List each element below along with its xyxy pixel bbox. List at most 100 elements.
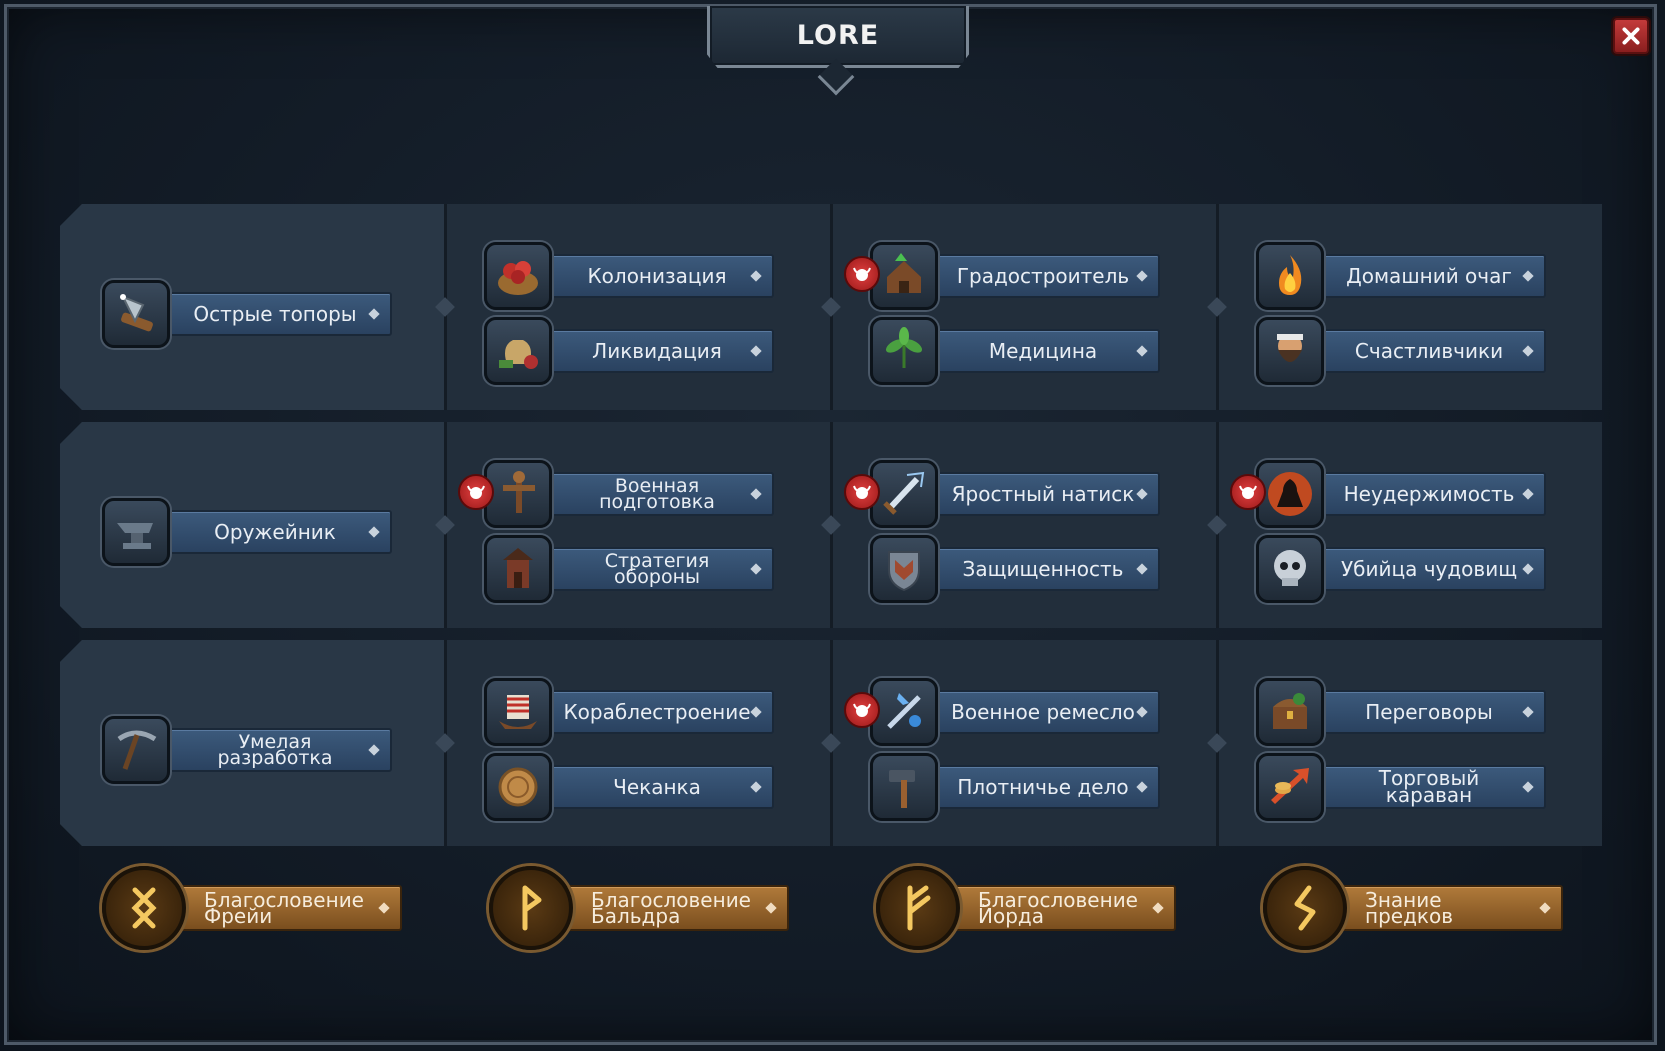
skill-label-text: Неудержимость [1343,481,1515,506]
rage-warrior-icon [1268,472,1312,516]
blessing-label: Знание предков [1333,885,1563,931]
skill-label: Убийца чудовищ [1316,547,1546,591]
root-skill[interactable]: Острые топоры [102,280,402,348]
treasure-chest-icon [1273,693,1307,729]
bull-badge [844,474,880,510]
skill-label-text: Торговый караван [1378,766,1480,807]
skill-node[interactable]: Счастливчики [1256,317,1556,385]
skill-node[interactable]: Торговый караван [1256,753,1556,821]
bull-head-icon [853,267,871,281]
skill-label: Умелая разработка [162,728,392,772]
skill-icon-frame [1256,460,1324,528]
skill-label: Яростный натиск [930,472,1160,516]
diamond-marker [1522,488,1534,500]
skill-node[interactable]: Стратегия обороны [484,535,784,603]
close-button[interactable] [1613,18,1649,54]
skill-icon-frame [1256,242,1324,310]
blessing-node[interactable]: Благословение Фрейи [102,866,412,950]
loot-sack-icon [499,340,538,369]
skill-node[interactable]: Колонизация [484,242,784,310]
root-skill[interactable]: Умелая разработка [102,716,402,784]
skill-icon-frame [1256,678,1324,746]
skill-label: Стратегия обороны [544,547,774,591]
fire-icon [1279,255,1302,295]
skill-icon-frame [102,716,170,784]
rune-othala-icon [131,887,157,929]
skill-icon-frame [870,678,938,746]
skill-label: Острые топоры [162,292,392,336]
diamond-marker [1522,781,1534,793]
skill-label-text: Переговоры [1365,699,1493,724]
diamond-marker [1522,345,1534,357]
blessing-label-text: Благословение Йорда [978,888,1138,928]
blessing-node[interactable]: Благословение Йорда [876,866,1186,950]
bull-badge [1230,474,1266,510]
diamond-marker [1136,781,1148,793]
shield-icon [888,551,920,592]
rune-medallion [876,866,960,950]
skill-node[interactable]: Неудержимость [1230,460,1556,528]
skill-icon-frame [870,317,938,385]
diamond-marker [1136,270,1148,282]
skill-node[interactable]: Медицина [870,317,1170,385]
skill-node[interactable]: Переговоры [1256,678,1556,746]
diamond-marker [1136,706,1148,718]
anvil-icon [117,523,153,549]
close-icon [1622,27,1640,45]
skill-label: Колонизация [544,254,774,298]
skill-icon-frame [870,535,938,603]
skill-icon-frame [870,460,938,528]
coin-icon [498,767,538,807]
longship-icon [499,695,537,729]
skill-node[interactable]: Домашний очаг [1256,242,1556,310]
skill-label: Военное ремесло [930,690,1160,734]
diamond-marker [750,563,762,575]
bull-badge [844,692,880,728]
skill-label-text: Оружейник [214,519,336,544]
skill-node[interactable]: Защищенность [870,535,1170,603]
skill-node[interactable]: Ликвидация [484,317,784,385]
diamond-marker [368,744,380,756]
blessing-label-text: Благословение Фрейи [204,888,364,928]
skill-node[interactable]: Яростный натиск [844,460,1170,528]
blessing-label: Благословение Йорда [946,885,1176,931]
diamond-marker [750,345,762,357]
skill-label: Торговый караван [1316,765,1546,809]
root-skill[interactable]: Оружейник [102,498,402,566]
diamond-marker [765,902,777,914]
skill-node[interactable]: Военное ремесло [844,678,1170,746]
diamond-marker [378,902,390,914]
skill-label: Ликвидация [544,329,774,373]
rune-sowilo-icon [1294,885,1316,931]
skill-label: Счастливчики [1316,329,1546,373]
skill-label-text: Убийца чудовищ [1340,556,1518,581]
skill-node[interactable]: Плотничье дело [870,753,1170,821]
blessing-label: Благословение Бальдра [559,885,789,931]
diamond-marker [1522,706,1534,718]
window-title: LORE [796,20,880,51]
skill-label-text: Стратегия обороны [604,550,710,588]
diamond-marker [750,706,762,718]
bull-head-icon [467,485,485,499]
skill-node[interactable]: Кораблестроение [484,678,784,746]
skill-node[interactable]: Чеканка [484,753,784,821]
blessing-label-text: Знание предков [1365,888,1454,928]
watchtower-icon [503,548,533,588]
skill-label-text: Военная подготовка [599,475,715,513]
house-upgrade-icon [887,253,921,293]
skill-node[interactable]: Военная подготовка [458,460,784,528]
rune-medallion [489,866,573,950]
axe-icon [120,294,153,332]
skill-label-text: Защищенность [962,556,1124,581]
viking-face-icon [1277,334,1303,362]
diamond-marker [750,781,762,793]
blessing-node[interactable]: Благословение Бальдра [489,866,799,950]
skill-icon-frame [102,280,170,348]
diamond-marker [750,488,762,500]
skill-node[interactable]: Градостроитель [844,242,1170,310]
skill-label: Военная подготовка [544,472,774,516]
skill-node[interactable]: Убийца чудовищ [1256,535,1556,603]
blessing-node[interactable]: Знание предков [1263,866,1573,950]
blessing-label-text: Благословение Бальдра [591,888,751,928]
skill-label: Защищенность [930,547,1160,591]
